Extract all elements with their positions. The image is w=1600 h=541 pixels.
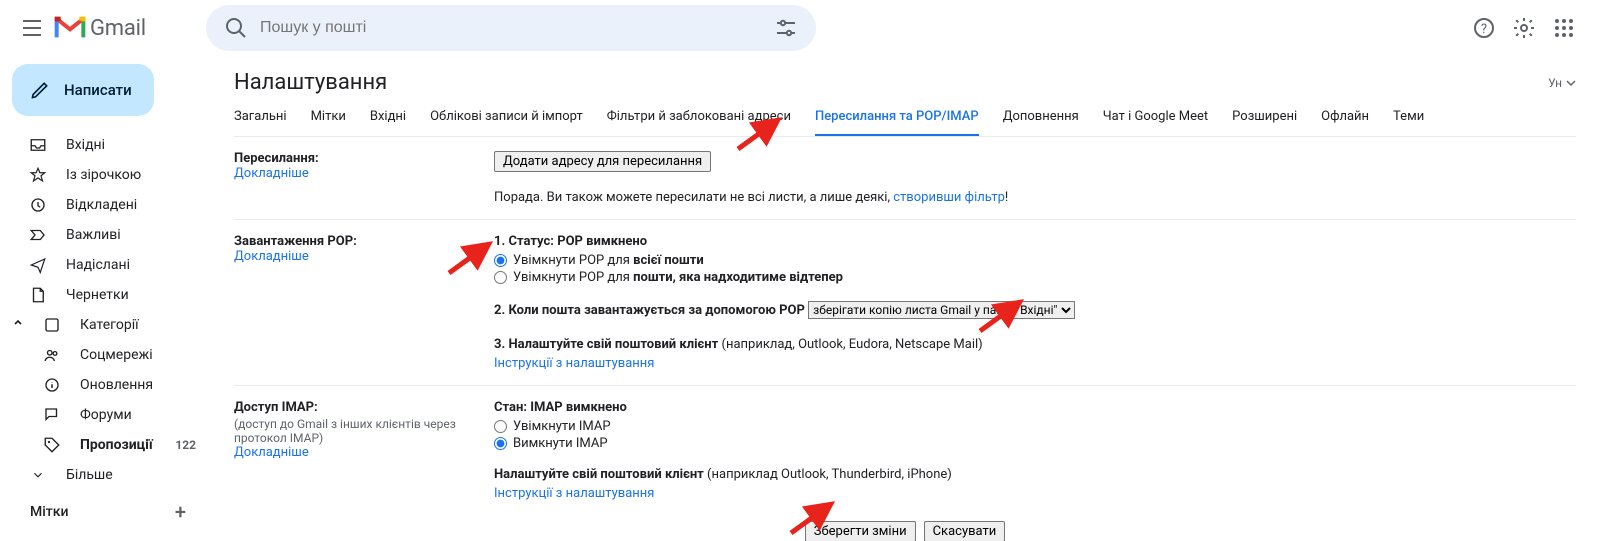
sidebar-item-inbox[interactable]: Вхідні (8, 130, 210, 160)
tab-9[interactable]: Офлайн (1321, 109, 1369, 136)
tab-3[interactable]: Облікові записи й імпорт (430, 109, 583, 136)
sidebar-item-label: Оновлення (80, 377, 153, 393)
settings-gear-icon[interactable] (1512, 16, 1536, 40)
tab-10[interactable]: Теми (1393, 109, 1424, 136)
sidebar-item-label: Надіслані (66, 257, 130, 273)
info-icon (42, 375, 62, 395)
sidebar-item-category[interactable]: Категорії (8, 310, 210, 340)
sidebar-nav: Вхідні Із зірочкою Відкладені Важливі Надісл… (8, 130, 210, 490)
sidebar-item-more[interactable]: Більше (8, 460, 210, 490)
pop-label: Завантаження POP: (234, 234, 357, 249)
inbox-icon (28, 135, 48, 155)
header: Gmail ? (0, 0, 1600, 56)
important-icon (28, 225, 48, 245)
help-icon[interactable]: ? (1472, 16, 1496, 40)
sidebar-item-count: 122 (175, 438, 196, 452)
sidebar-item-label: Форуми (80, 407, 132, 423)
category-icon (42, 315, 62, 335)
sidebar-item-label: Вхідні (66, 137, 105, 153)
imap-more-link[interactable]: Докладніше (234, 445, 309, 460)
compose-button[interactable]: Написати (12, 64, 154, 116)
tag-icon (42, 435, 62, 455)
tab-2[interactable]: Вхідні (370, 109, 406, 136)
imap-label: Доступ IMAP: (234, 400, 318, 415)
imap-sublabel: (доступ до Gmail з інших клієнтів через … (234, 417, 474, 445)
sidebar-item-social[interactable]: Соцмережі (8, 340, 210, 370)
labels-header-text: Мітки (30, 504, 69, 520)
gmail-m-icon (54, 16, 86, 40)
forums-icon (42, 405, 62, 425)
search-bar[interactable] (206, 5, 816, 51)
sidebar-item-tag[interactable]: Пропозиції 122 (8, 430, 210, 460)
sent-icon (28, 255, 48, 275)
imap-instructions-link[interactable]: Інструкції з налаштування (494, 486, 654, 501)
tab-7[interactable]: Чат і Google Meet (1103, 109, 1208, 136)
pop-instructions-link[interactable]: Інструкції з налаштування (494, 356, 654, 371)
tab-6[interactable]: Доповнення (1003, 109, 1079, 136)
language-selector[interactable]: Ун (1548, 76, 1576, 90)
apps-grid-icon[interactable] (1552, 16, 1576, 40)
settings-tabs: Загальні Мітки Вхідні Облікові записи й імп… (234, 109, 1576, 137)
tab-1[interactable]: Мітки (311, 109, 346, 136)
sidebar-item-forums[interactable]: Форуми (8, 400, 210, 430)
pop-enable-fromnow-radio[interactable]: Увімкнути POP для пошти, яка надходитиме… (494, 270, 1576, 285)
section-imap: Доступ IMAP: (доступ до Gmail з інших кл… (234, 386, 1576, 515)
sidebar-item-label: Категорії (80, 317, 139, 333)
search-icon[interactable] (224, 16, 248, 40)
tab-8[interactable]: Розширені (1232, 109, 1297, 136)
sidebar-item-clock[interactable]: Відкладені (8, 190, 210, 220)
pop-enable-all-radio[interactable]: Увімкнути POP для всієї пошти (494, 253, 1576, 268)
gmail-logo-text: Gmail (90, 16, 146, 41)
sidebar-item-label: Із зірочкою (66, 167, 141, 183)
page-title: Налаштування (234, 70, 387, 95)
save-button[interactable]: Зберегти зміни (805, 521, 916, 541)
tab-4[interactable]: Фільтри й заблоковані адреси (607, 109, 791, 136)
search-options-icon[interactable] (774, 16, 798, 40)
sidebar-item-info[interactable]: Оновлення (8, 370, 210, 400)
settings-panel: Налаштування Ун Загальні Мітки Вхідні Облік… (210, 56, 1600, 541)
cancel-button[interactable]: Скасувати (924, 521, 1006, 541)
gmail-logo[interactable]: Gmail (54, 16, 146, 41)
chevron-down-icon (1566, 78, 1576, 88)
sidebar: Написати Вхідні Із зірочкою Відкладені Важл… (0, 56, 210, 541)
sidebar-item-label: Чернетки (66, 287, 129, 303)
main-menu-icon[interactable] (20, 16, 44, 40)
imap-enable-radio[interactable]: Увімкнути IMAP (494, 419, 1576, 434)
create-filter-link[interactable]: створивши фільтр (893, 190, 1005, 205)
labels-header: Мітки + (8, 490, 210, 524)
draft-icon (28, 285, 48, 305)
tab-5[interactable]: Пересилання та POP/IMAP (815, 109, 979, 136)
svg-text:?: ? (1481, 22, 1487, 37)
sidebar-item-important[interactable]: Важливі (8, 220, 210, 250)
sidebar-item-label: Важливі (66, 227, 121, 243)
sidebar-item-star[interactable]: Із зірочкою (8, 160, 210, 190)
star-icon (28, 165, 48, 185)
section-pop: Завантаження POP: Докладніше 1. Статус: … (234, 220, 1576, 386)
sidebar-item-label: Більше (66, 467, 113, 483)
social-icon (42, 345, 62, 365)
action-buttons: Зберегти зміни Скасувати (234, 515, 1576, 541)
pop-more-link[interactable]: Докладніше (234, 249, 309, 264)
forwarding-label: Пересилання: (234, 151, 319, 166)
sidebar-item-sent[interactable]: Надіслані (8, 250, 210, 280)
more-icon (28, 465, 48, 485)
pop-action-select[interactable]: зберігати копію листа Gmail у папці "Вхі… (808, 301, 1075, 319)
section-forwarding: Пересилання: Докладніше Додати адресу дл… (234, 137, 1576, 220)
search-input[interactable] (258, 18, 764, 38)
sidebar-item-label: Пропозиції (80, 437, 153, 453)
sidebar-item-draft[interactable]: Чернетки (8, 280, 210, 310)
add-forward-address-button[interactable]: Додати адресу для пересилання (494, 151, 711, 172)
imap-disable-radio[interactable]: Вимкнути IMAP (494, 436, 1576, 451)
add-label-icon[interactable]: + (175, 500, 186, 524)
pencil-icon (30, 80, 50, 100)
forwarding-more-link[interactable]: Докладніше (234, 166, 309, 181)
sidebar-item-label: Відкладені (66, 197, 137, 213)
compose-label: Написати (64, 81, 132, 99)
sidebar-item-label: Соцмережі (80, 347, 153, 363)
body: Написати Вхідні Із зірочкою Відкладені Важл… (0, 56, 1600, 541)
forward-tip-text: Порада. Ви також можете пересилати не вс… (494, 190, 893, 205)
tab-0[interactable]: Загальні (234, 109, 287, 136)
clock-icon (28, 195, 48, 215)
